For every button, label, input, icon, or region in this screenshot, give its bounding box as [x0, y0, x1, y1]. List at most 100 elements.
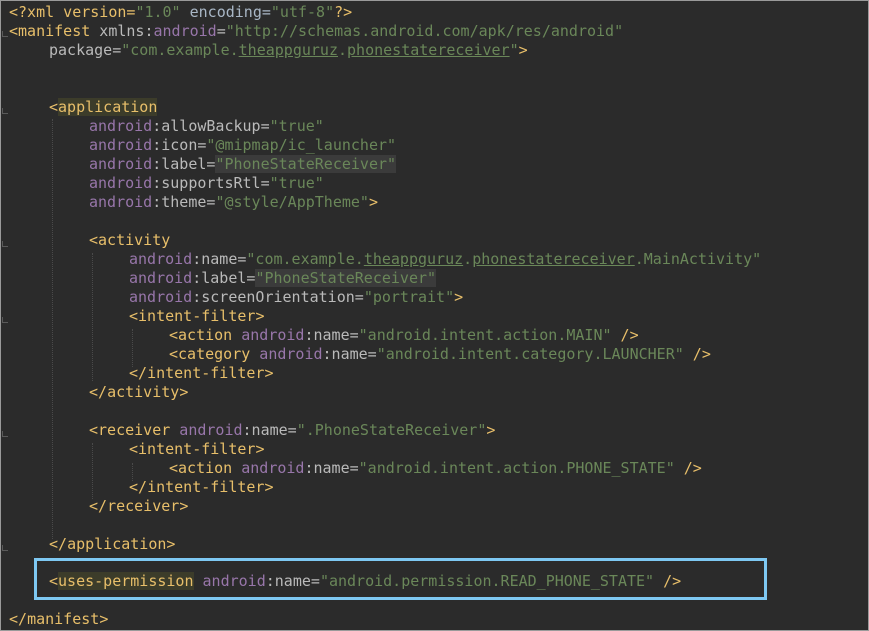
attr-value-part: .	[338, 41, 348, 59]
code-line-intent-filter-close: </intent-filter>	[129, 364, 274, 383]
tag-name-activity: activity	[98, 231, 171, 249]
tag-open-bracket: <	[169, 326, 179, 344]
code-line-category-launcher: <category android:name="android.intent.c…	[169, 345, 711, 364]
tag-close-bracket: >	[255, 307, 265, 325]
screenshot-frame: <?xml version="1.0" encoding="utf-8"?> <…	[0, 0, 869, 631]
tag-close-bracket: >	[486, 421, 496, 439]
fold-marker-icon[interactable]	[2, 241, 8, 247]
code-line-receiver-open: <receiver android:name=".PhoneStateRecei…	[89, 421, 495, 440]
attr-name: :name=	[322, 345, 377, 363]
tag-open-bracket: <	[169, 345, 179, 363]
namespace-android: android	[129, 288, 193, 306]
attr-supports-rtl: :supportsRtl=	[152, 174, 270, 192]
attr-value: "android.intent.action.PHONE_STATE"	[358, 459, 675, 477]
code-line-activity-name: android:name="com.example.theappguruz.ph…	[129, 250, 761, 269]
code-line-application-open: <application	[49, 98, 158, 117]
attr-name: :name=	[192, 250, 247, 268]
tag-close-bracket: >	[264, 364, 274, 382]
namespace-android: android	[193, 572, 266, 590]
code-line-package: package="com.example.theappguruz.phonest…	[49, 41, 528, 60]
tag-name-category: category	[178, 345, 251, 363]
tag-close-open-bracket: </	[129, 478, 148, 496]
tag-close-bracket: >	[179, 497, 189, 515]
tag-name-uses-permission: uses-permission	[58, 572, 194, 590]
tag-close-bracket: >	[454, 288, 464, 306]
code-line-action-phone-state: <action android:name="android.intent.act…	[169, 459, 702, 478]
code-line-intent-filter-open: <intent-filter>	[129, 307, 264, 326]
attr-theme: :theme=	[152, 193, 216, 211]
indent-guide	[52, 119, 53, 539]
code-line-label: android:label="PhoneStateReceiver"	[89, 155, 397, 174]
attr-name: :name=	[265, 572, 320, 590]
fold-marker-icon[interactable]	[2, 431, 8, 437]
attr-value-underlined: phonestatereceiver	[347, 41, 510, 59]
encoding-attr: encoding=	[180, 3, 271, 21]
code-line-action-main: <action android:name="android.intent.act…	[169, 326, 639, 345]
tag-open-bracket: <	[129, 307, 139, 325]
code-line-activity-label: android:label="PhoneStateReceiver"	[129, 269, 437, 288]
indent-guide	[92, 443, 93, 499]
attr-screen-orientation: :screenOrientation=	[192, 288, 364, 306]
tag-name-activity: activity	[107, 383, 180, 401]
tag-name-action: action	[178, 326, 233, 344]
tag-close-bracket: >	[99, 610, 109, 628]
attr-value: "@style/AppTheme"	[215, 193, 369, 211]
tag-close-open-bracket: </	[129, 364, 148, 382]
code-line-manifest-close: </manifest>	[9, 610, 108, 629]
tag-close-open-bracket: </	[9, 610, 28, 628]
indent-guide	[132, 329, 133, 367]
code-line-activity-open: <activity	[89, 231, 170, 250]
code-line-intent-filter-open: <intent-filter>	[129, 440, 264, 459]
code-line-icon: android:icon="@mipmap/ic_launcher"	[89, 136, 396, 155]
tag-close-bracket: >	[179, 383, 189, 401]
code-line-receiver-close: </receiver>	[89, 497, 188, 516]
attr-package: package=	[49, 41, 122, 59]
attr-value: "portrait"	[363, 288, 455, 306]
tag-name-application: application	[58, 98, 158, 116]
tag-close-open-bracket: </	[89, 383, 108, 401]
tag-self-close: />	[611, 326, 639, 344]
code-line-theme: android:theme="@style/AppTheme">	[89, 193, 378, 212]
tag-name-manifest: manifest	[18, 22, 91, 40]
namespace-android: android	[129, 269, 193, 287]
attr-value: ".PhoneStateReceiver"	[296, 421, 487, 439]
tag-close-bracket: >	[166, 535, 176, 553]
attr-label: :label=	[192, 269, 256, 287]
namespace-android: android	[89, 136, 153, 154]
tag-name-intent-filter: intent-filter	[138, 307, 256, 325]
tag-open-bracket: <	[129, 440, 139, 458]
indent-guide	[92, 253, 93, 381]
attr-value-part: "com.example.	[246, 250, 364, 268]
tag-open-bracket: <	[169, 459, 179, 477]
namespace-android: android	[170, 421, 243, 439]
code-line-screen-orientation: android:screenOrientation="portrait">	[129, 288, 463, 307]
attr-value-part: .MainActivity"	[634, 250, 762, 268]
tag-name-intent-filter: intent-filter	[138, 440, 256, 458]
attr-name: :name=	[304, 459, 359, 477]
namespace-android: android	[89, 117, 153, 135]
code-line-supports-rtl: android:supportsRtl="true"	[89, 174, 324, 193]
tag-name-application: application	[67, 535, 167, 553]
tag-open-bracket: <	[49, 572, 59, 590]
encoding-value: "utf-8"	[270, 3, 335, 21]
xml-declaration-end: ?>	[334, 3, 353, 21]
fold-marker-icon[interactable]	[2, 108, 8, 114]
code-line-allow-backup: android:allowBackup="true"	[89, 117, 324, 136]
attr-name: :name=	[304, 326, 359, 344]
tag-close-open-bracket: </	[89, 497, 108, 515]
attr-value-part: .	[463, 250, 473, 268]
namespace-android: android	[232, 326, 305, 344]
code-line-intent-filter-close: </intent-filter>	[129, 478, 274, 497]
fold-marker-icon[interactable]	[2, 545, 8, 551]
code-line-xml-declaration: <?xml version="1.0" encoding="utf-8"?>	[9, 3, 352, 22]
tag-open-bracket: <	[89, 231, 99, 249]
code-line-activity-close: </activity>	[89, 383, 188, 402]
fold-marker-icon[interactable]	[2, 31, 8, 37]
namespace-android: android	[89, 155, 153, 173]
namespace-android: android	[89, 193, 153, 211]
fold-marker-icon[interactable]	[2, 317, 8, 323]
tag-name-manifest: manifest	[27, 610, 100, 628]
attr-allow-backup: :allowBackup=	[152, 117, 270, 135]
tag-self-close: />	[654, 572, 682, 590]
code-editor[interactable]: <?xml version="1.0" encoding="utf-8"?> <…	[1, 1, 868, 630]
